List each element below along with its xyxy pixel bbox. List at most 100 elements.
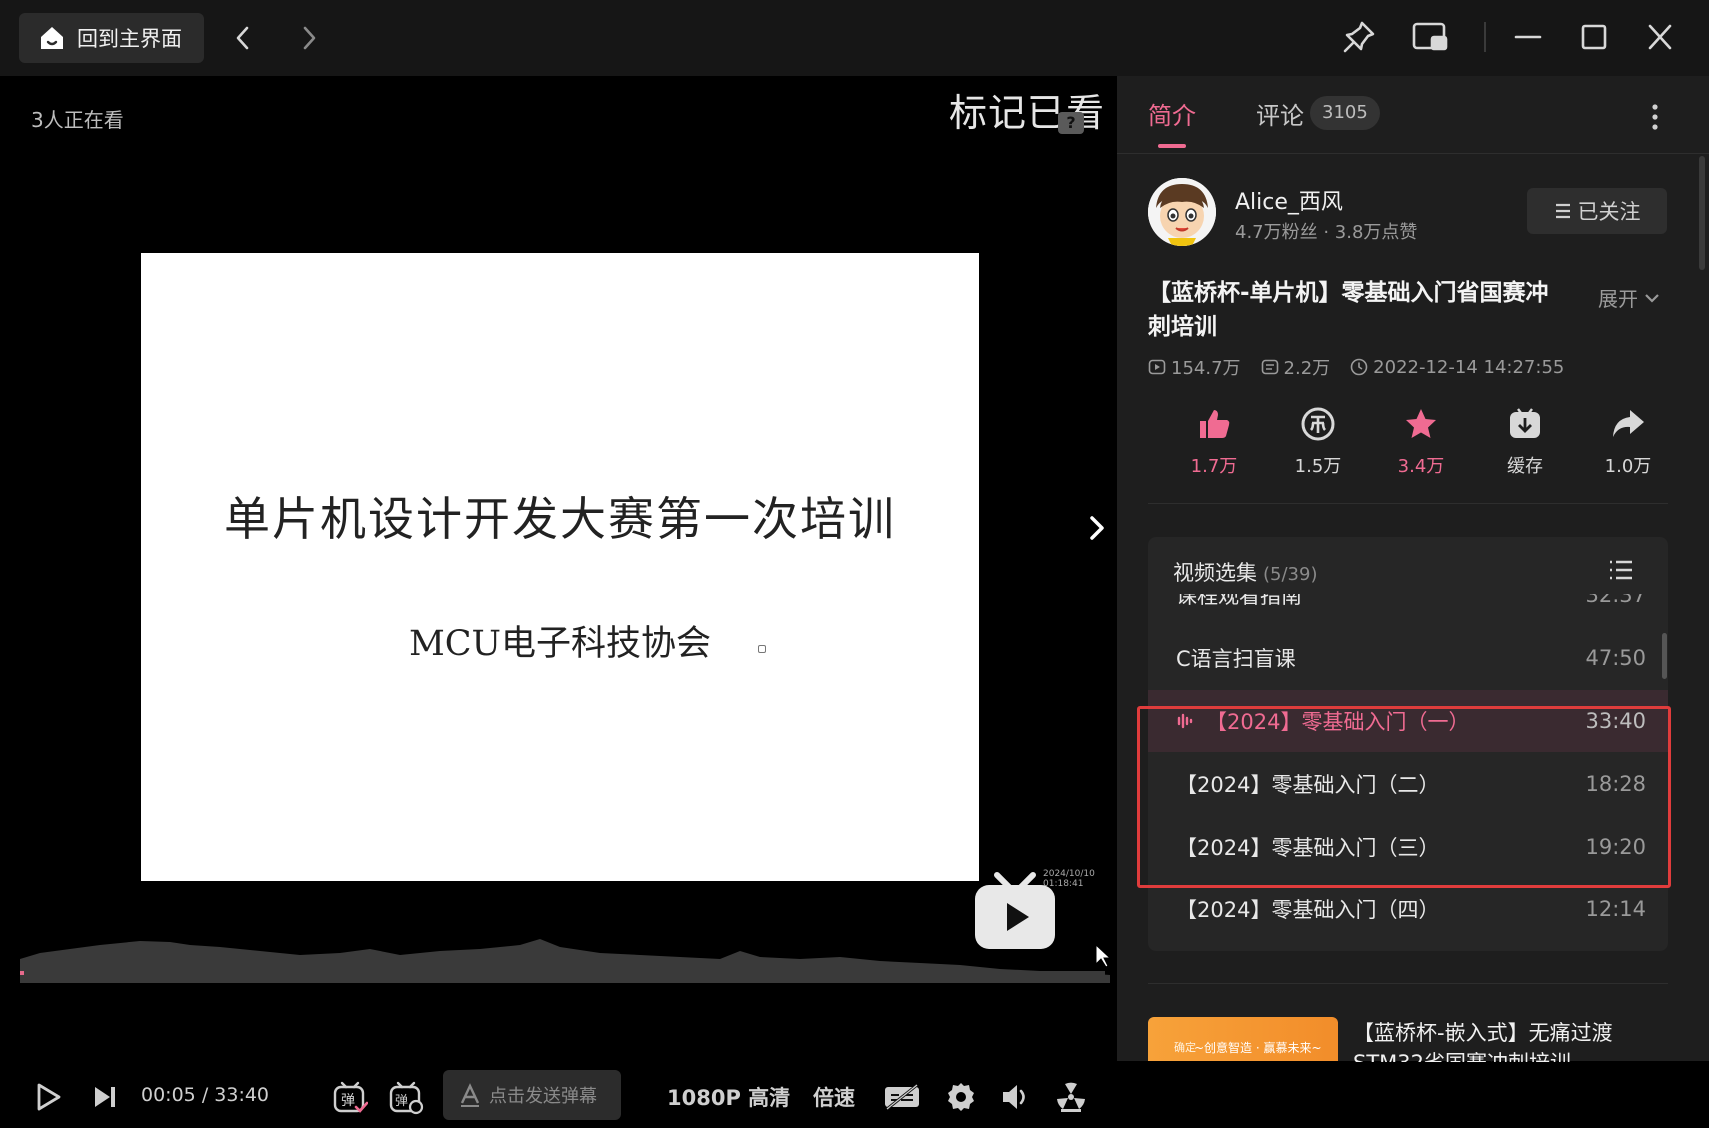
chevron-down-icon [1645, 293, 1659, 303]
picture-in-picture-icon [1412, 22, 1448, 51]
recommend-thumbnail[interactable]: 确定 ~创意智造 · 赢慕未来~ 确定 [1148, 1017, 1338, 1061]
episode-item[interactable]: 【2024】零基础入门（三） 19:20 [1148, 816, 1668, 878]
progress-track[interactable] [20, 971, 1105, 975]
thumbs-up-icon [1200, 410, 1230, 438]
mini-player-button[interactable] [1410, 18, 1450, 56]
gear-icon [948, 1083, 974, 1111]
expand-button[interactable]: 展开 [1598, 283, 1660, 312]
danmaku-placeholder: 点击发送弹幕 [489, 1086, 597, 1107]
favorite-button[interactable]: 3.4万 [1376, 406, 1466, 478]
date-stat: 2022-12-14 14:27:55 [1350, 354, 1564, 380]
views-count: 154.7万 [1171, 358, 1241, 379]
settings-button[interactable] [945, 1066, 977, 1128]
video-player[interactable]: 3人正在看 标记已看 ? 单片机设计开发大赛第一次培训 MCU电子科技协会 20… [0, 76, 1117, 1120]
like-button[interactable]: 1.7万 [1169, 406, 1259, 478]
danmaku-settings-button[interactable]: 弹 [388, 1066, 424, 1128]
skip-next-icon [95, 1087, 115, 1107]
coin-button[interactable]: 1.5万 [1273, 406, 1363, 478]
episode-duration: 19:20 [1585, 835, 1646, 859]
volume-icon [1003, 1085, 1025, 1109]
tabs-divider [1117, 153, 1709, 154]
danmaku-toggle-button[interactable]: 弹 [332, 1066, 368, 1128]
actions-divider [1148, 503, 1668, 504]
slide-subtitle: MCU电子科技协会 [408, 624, 712, 664]
recommend-divider [1148, 983, 1668, 984]
play-icon [37, 1083, 61, 1111]
star-icon [1406, 409, 1436, 438]
collection-list-toggle[interactable] [1608, 559, 1634, 585]
info-sidebar: 简介 评论 3105 Alice_西风 4.7万粉丝 · 3.8万点赞 已关注 … [1117, 76, 1709, 1062]
menu-icon [1555, 203, 1570, 219]
play-button[interactable] [33, 1066, 63, 1128]
danmaku-count: 2.2万 [1283, 358, 1331, 379]
uploader-stats: 4.7万粉丝 · 3.8万点赞 [1235, 222, 1418, 243]
episode-title: 【2024】零基础入门（四） [1176, 898, 1440, 922]
episode-list[interactable]: 课程观看指南 32:37 C语言扫盲课 47:50 【2024】零基础入门（一）… [1148, 594, 1668, 951]
collection-scrollbar[interactable] [1662, 633, 1667, 679]
sidebar-scrollbar[interactable] [1699, 156, 1705, 270]
danmaku-count-icon [1261, 359, 1278, 375]
pin-button[interactable] [1340, 18, 1378, 56]
close-button[interactable] [1644, 18, 1676, 56]
list-icon [1610, 560, 1632, 580]
publish-date: 2022-12-14 14:27:55 [1373, 356, 1565, 378]
clock-icon [1350, 358, 1368, 376]
subtitle-button[interactable] [883, 1066, 921, 1128]
episode-title: C语言扫盲课 [1176, 647, 1296, 671]
episode-item[interactable]: C语言扫盲课 47:50 [1148, 627, 1668, 689]
more-button[interactable] [1651, 104, 1659, 134]
recommend-title[interactable]: 【蓝桥杯-嵌入式】无痛过渡STM32省国赛冲刺培训 [1353, 1018, 1653, 1062]
speed-selector[interactable]: 倍速 [813, 1082, 855, 1112]
progress-fill [20, 971, 24, 975]
svg-text:弹: 弹 [395, 1094, 408, 1109]
playback-time: 00:05 / 33:40 [141, 1084, 269, 1106]
next-frame-button[interactable] [1083, 508, 1111, 552]
like-count: 1.7万 [1190, 456, 1238, 477]
play-count-icon [1148, 359, 1166, 375]
next-episode-button[interactable] [92, 1066, 118, 1128]
episode-duration: 33:40 [1585, 709, 1646, 733]
active-tab-indicator [1158, 144, 1186, 148]
volume-button[interactable] [1000, 1066, 1032, 1128]
progress-end-handle[interactable] [1090, 942, 1112, 974]
effects-button[interactable] [1055, 1066, 1087, 1128]
home-icon [41, 27, 63, 49]
danmaku-input[interactable]: 点击发送弹幕 [443, 1070, 621, 1120]
video-frame: 单片机设计开发大赛第一次培训 MCU电子科技协会 [141, 253, 979, 881]
episode-item-playing[interactable]: 【2024】零基础入门（一） 33:40 [1148, 690, 1668, 752]
episode-duration: 32:37 [1585, 594, 1646, 607]
cache-button[interactable]: 缓存 [1480, 406, 1570, 478]
tab-intro[interactable]: 简介 [1148, 96, 1196, 131]
time-separator: / [201, 1084, 209, 1106]
collection-header: 视频选集 (5/39) [1173, 557, 1317, 587]
cursor-marker [758, 645, 766, 653]
close-icon [1648, 24, 1672, 50]
minimize-button[interactable] [1512, 18, 1544, 56]
episode-item[interactable]: 【2024】零基础入门（二） 18:28 [1148, 753, 1668, 815]
follow-button[interactable]: 已关注 [1527, 188, 1667, 234]
share-arrow-icon [1613, 410, 1644, 437]
mark-seen-help-icon[interactable]: ? [1058, 112, 1084, 134]
tab-comments[interactable]: 评论 [1256, 96, 1304, 131]
coin-icon [1301, 407, 1335, 441]
episode-title: 【2024】零基础入门（二） [1176, 773, 1440, 797]
share-count: 1.0万 [1604, 456, 1652, 477]
back-button[interactable] [230, 20, 256, 56]
home-button[interactable]: 回到主界面 [19, 13, 204, 63]
views-stat: 154.7万 [1148, 354, 1241, 380]
forward-button[interactable] [296, 20, 322, 56]
follow-label: 已关注 [1577, 200, 1641, 224]
episode-item[interactable]: 课程观看指南 32:37 [1148, 594, 1668, 626]
current-time: 00:05 [141, 1084, 196, 1106]
total-time: 33:40 [214, 1084, 270, 1106]
uploader-avatar[interactable] [1148, 178, 1216, 246]
cache-label: 缓存 [1507, 456, 1543, 477]
maximize-button[interactable] [1578, 18, 1610, 56]
download-icon [1510, 408, 1540, 438]
uploader-name[interactable]: Alice_西风 [1235, 184, 1343, 216]
danmaku-on-icon: 弹 [333, 1081, 368, 1113]
episode-title: 【2024】零基础入门（三） [1176, 836, 1440, 860]
share-button[interactable]: 1.0万 [1583, 406, 1673, 478]
quality-selector[interactable]: 1080P 高清 [667, 1082, 790, 1112]
episode-item[interactable]: 【2024】零基础入门（四） 12:14 [1148, 878, 1668, 940]
